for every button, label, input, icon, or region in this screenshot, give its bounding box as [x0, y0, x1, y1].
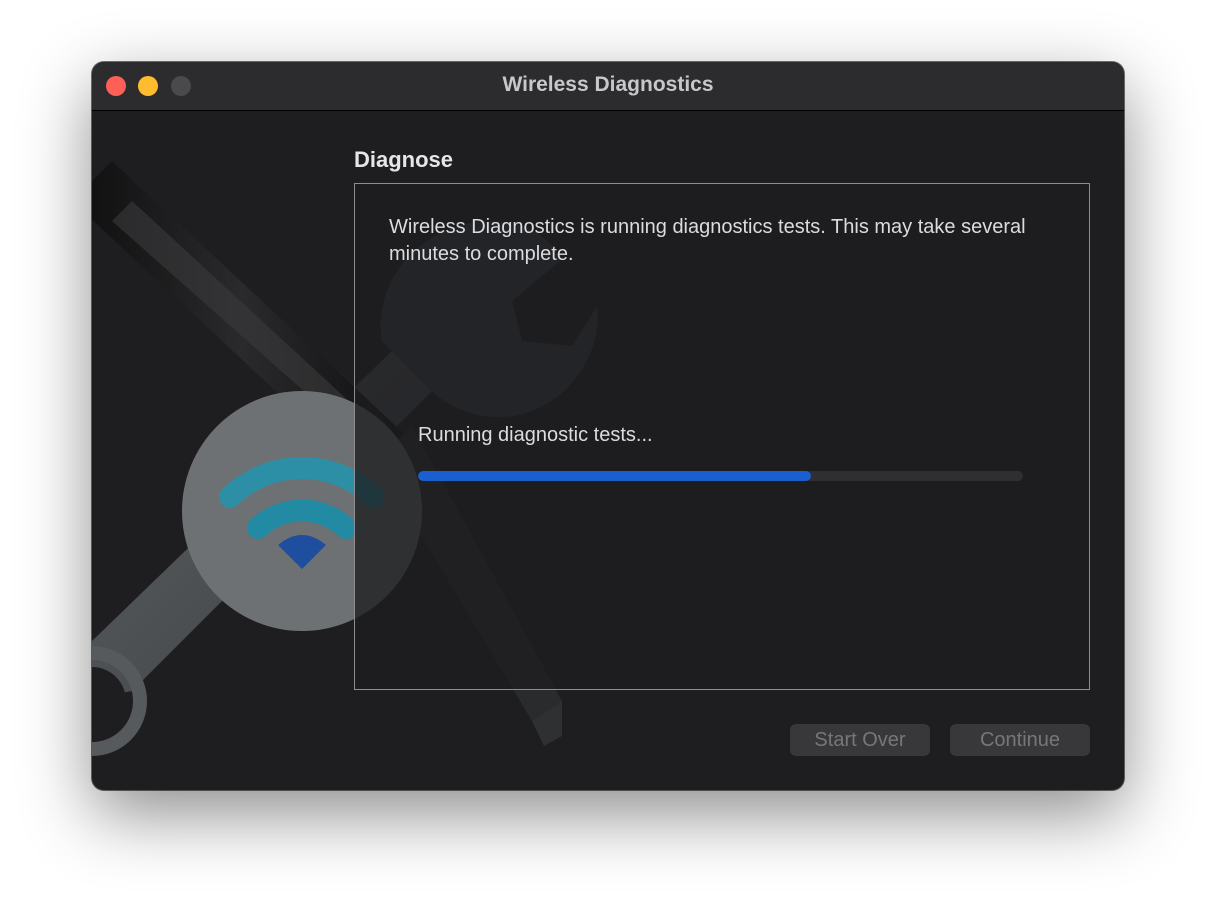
description-text: Wireless Diagnostics is running diagnost… — [389, 216, 1026, 265]
start-over-button[interactable]: Start Over — [790, 724, 930, 756]
section-title: Diagnose — [354, 147, 454, 172]
title-bar[interactable]: Wireless Diagnostics — [92, 62, 1124, 111]
window-title: Wireless Diagnostics — [502, 73, 714, 96]
continue-button[interactable]: Continue — [950, 724, 1090, 756]
diagnostics-panel: Wireless Diagnostics is running diagnost… — [354, 183, 1090, 690]
wireless-diagnostics-window: Wireless Diagnostics Diagnose Wireless D… — [92, 62, 1124, 790]
status-text: Running diagnostic tests... — [418, 424, 653, 446]
progress-fill — [418, 471, 812, 481]
progress-bar — [418, 471, 1023, 481]
